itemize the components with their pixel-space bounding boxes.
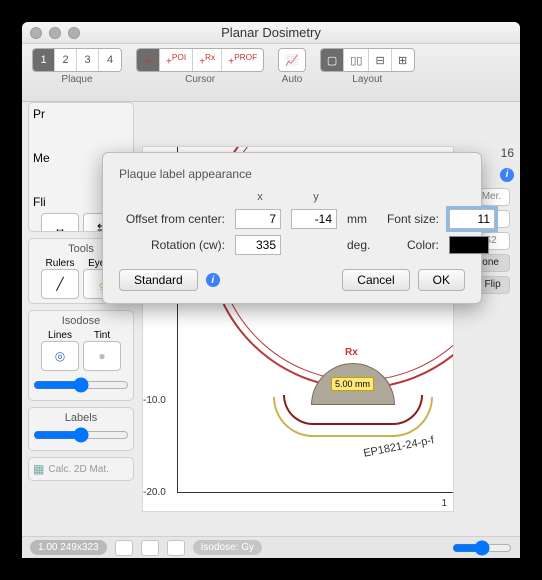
rx-marker: Rx xyxy=(345,347,358,358)
layout-3[interactable]: ⊟ xyxy=(369,49,391,71)
plaque-label-dialog: Plaque label appearance x y Offset from … xyxy=(102,152,482,304)
layout-2[interactable]: ▯▯ xyxy=(344,49,369,71)
grid-icon: ▦ xyxy=(33,462,44,476)
standard-button[interactable]: Standard xyxy=(119,269,198,291)
ruler-icon: ╱ xyxy=(56,277,63,291)
distance-label: 5.00 mm xyxy=(331,377,374,391)
plaque-4[interactable]: 4 xyxy=(99,49,121,71)
auto-button[interactable]: 📈 xyxy=(279,49,305,71)
tint-button[interactable]: ● xyxy=(83,341,121,371)
tint-label: Tint xyxy=(83,330,121,341)
plaque-1[interactable]: 1 xyxy=(33,49,55,71)
home-icon[interactable] xyxy=(167,540,185,556)
cursor-poi[interactable]: +POI xyxy=(160,49,193,71)
layout-1[interactable]: ▢ xyxy=(321,49,344,71)
plaque-3[interactable]: 3 xyxy=(77,49,99,71)
layout-split-h-icon: ⊟ xyxy=(375,54,384,67)
layout-split-v-icon: ▯▯ xyxy=(350,54,362,67)
calc2d-label[interactable]: Calc. 2D Mat. xyxy=(48,464,109,475)
magnify-icon[interactable] xyxy=(141,540,159,556)
chart-icon: 📈 xyxy=(285,54,299,67)
isodose-title: Isodose xyxy=(33,315,129,327)
offset-unit: mm xyxy=(347,212,377,226)
dialog-title: Plaque label appearance xyxy=(119,167,465,181)
arrows-h-button[interactable]: ↔ xyxy=(41,213,79,232)
zoom-slider[interactable] xyxy=(452,540,512,556)
plaque-text-label[interactable]: EP1821-24-p-f xyxy=(363,434,436,459)
cursor-group: ＋ +POI +Rx +PROF Cursor xyxy=(136,48,264,85)
rotation-label: Rotation (cw): xyxy=(119,238,229,252)
rx-icon: +Rx xyxy=(199,52,215,67)
auto-group: 📈 Auto xyxy=(278,48,306,85)
statusbar: 1.00 249x323 Isodose: Gy xyxy=(22,536,520,558)
page-icon[interactable] xyxy=(115,540,133,556)
plaque-group: 1 2 3 4 Plaque xyxy=(32,48,122,85)
offset-x-input[interactable] xyxy=(235,209,281,229)
proj-heading: Pr xyxy=(33,107,129,121)
info-icon[interactable]: i xyxy=(500,168,514,182)
dims-pill: 1.00 249x323 xyxy=(30,540,107,555)
plaque-outer-arc xyxy=(273,397,433,437)
contour-icon: ◎ xyxy=(55,349,65,363)
labels-title: Labels xyxy=(33,412,129,424)
layout-segment: ▢ ▯▯ ⊟ ⊞ xyxy=(320,48,415,72)
poi-icon: +POI xyxy=(166,52,186,67)
rulers-button[interactable]: ╱ xyxy=(41,269,79,299)
arrows-h-icon: ↔ xyxy=(54,221,66,232)
ytick-2: -20.0 xyxy=(143,487,166,498)
layout-quad-icon: ⊞ xyxy=(398,54,407,67)
cancel-button[interactable]: Cancel xyxy=(342,269,409,291)
cursor-prof[interactable]: +PROF xyxy=(222,49,263,71)
cursor-segment: ＋ +POI +Rx +PROF xyxy=(136,48,264,72)
profile-icon: +PROF xyxy=(228,52,257,67)
cursor-rx[interactable]: +Rx xyxy=(193,49,222,71)
tint-icon: ● xyxy=(98,349,105,363)
col-x: x xyxy=(235,191,285,203)
col-y: y xyxy=(291,191,341,203)
isodose-slider[interactable] xyxy=(33,377,129,393)
layout-4[interactable]: ⊞ xyxy=(392,49,414,71)
isodose-pill[interactable]: Isodose: Gy xyxy=(193,540,262,555)
plaque-2[interactable]: 2 xyxy=(55,49,77,71)
color-swatch[interactable] xyxy=(449,236,489,254)
plaque-segment: 1 2 3 4 xyxy=(32,48,122,72)
cursor-label: Cursor xyxy=(185,74,215,85)
layout-group: ▢ ▯▯ ⊟ ⊞ Layout xyxy=(320,48,415,85)
x-axis xyxy=(177,492,453,493)
ytick-1: -10.0 xyxy=(143,395,166,406)
dialog-info-icon[interactable]: i xyxy=(206,273,220,287)
rulers-label: Rulers xyxy=(41,258,79,269)
layout-single-icon: ▢ xyxy=(327,54,337,67)
rotation-unit: deg. xyxy=(347,238,377,252)
color-label: Color: xyxy=(383,238,443,252)
calc2d-panel: ▦ Calc. 2D Mat. xyxy=(28,457,134,481)
offset-label: Offset from center: xyxy=(119,212,229,226)
fontsize-label: Font size: xyxy=(383,212,443,226)
xtick: 1 xyxy=(441,498,447,509)
fontsize-input[interactable] xyxy=(449,209,495,229)
layout-label: Layout xyxy=(352,74,382,85)
offset-y-input[interactable] xyxy=(291,209,337,229)
cursor-cross[interactable]: ＋ xyxy=(137,49,160,71)
labels-slider[interactable] xyxy=(33,427,129,443)
rotation-input[interactable] xyxy=(235,235,281,255)
lines-button[interactable]: ◎ xyxy=(41,341,79,371)
plaque-label: Plaque xyxy=(61,74,92,85)
lines-label: Lines xyxy=(41,330,79,341)
isodose-panel: Isodose Lines ◎ Tint ● xyxy=(28,310,134,401)
toolbar: 1 2 3 4 Plaque ＋ +POI +Rx +PROF Cursor 📈… xyxy=(22,44,520,102)
auto-label: Auto xyxy=(282,74,303,85)
crosshair-icon: ＋ xyxy=(143,53,153,68)
ok-button[interactable]: OK xyxy=(418,269,465,291)
window-title: Planar Dosimetry xyxy=(22,25,520,40)
labels-panel: Labels xyxy=(28,407,134,451)
auto-segment: 📈 xyxy=(278,48,306,72)
main-window: Planar Dosimetry 1 2 3 4 Plaque ＋ +POI +… xyxy=(22,22,520,558)
titlebar: Planar Dosimetry xyxy=(22,22,520,44)
